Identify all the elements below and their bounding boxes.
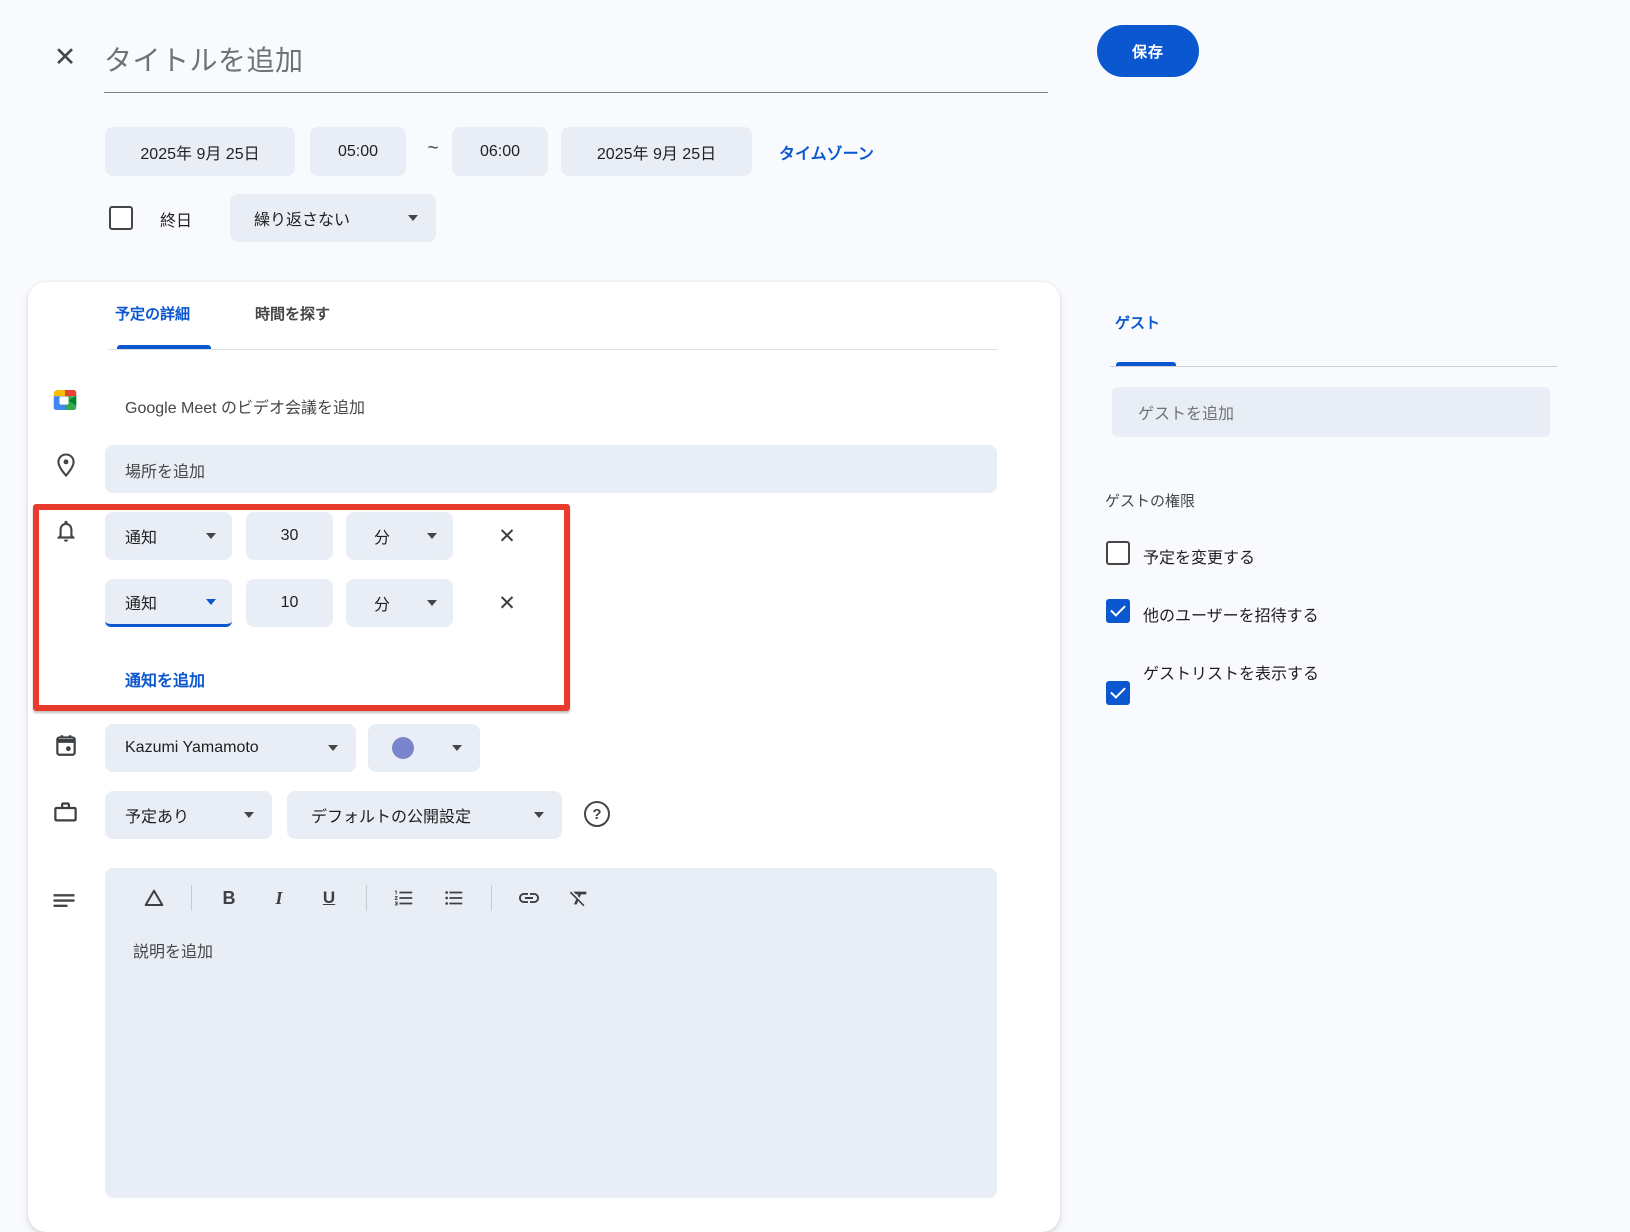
numbered-list-icon[interactable] xyxy=(391,885,417,911)
start-date-button[interactable]: 2025年 9月 25日 xyxy=(105,127,295,176)
recurrence-dropdown[interactable]: 繰り返さない xyxy=(230,194,436,242)
guests-divider xyxy=(1110,366,1557,367)
description-toolbar: B I U xyxy=(141,880,592,916)
calendar-owner-dropdown[interactable]: Kazumi Yamamoto xyxy=(105,724,356,772)
location-input[interactable]: 場所を追加 xyxy=(105,445,997,493)
title-input[interactable]: タイトルを追加 xyxy=(104,32,1048,93)
all-day-checkbox[interactable] xyxy=(109,206,133,230)
start-date-value: 2025年 9月 25日 xyxy=(140,140,259,164)
notification-value-1: 30 xyxy=(281,527,299,545)
add-google-meet-button[interactable]: Google Meet のビデオ会議を追加 xyxy=(125,394,365,418)
toolbar-separator xyxy=(191,885,192,911)
help-glyph: ? xyxy=(592,806,601,823)
permission-checkbox-see-guest-list[interactable] xyxy=(1106,681,1130,705)
guest-permissions-title: ゲストの権限 xyxy=(1105,490,1195,511)
location-placeholder: 場所を追加 xyxy=(105,445,997,482)
close-icon: ✕ xyxy=(54,42,77,73)
tab-guests[interactable]: ゲスト xyxy=(1115,312,1160,333)
end-date-value: 2025年 9月 25日 xyxy=(597,140,716,164)
busy-status-dropdown[interactable]: 予定あり xyxy=(105,791,272,839)
notification-value-input-2[interactable]: 10 xyxy=(246,579,333,627)
start-time-button[interactable]: 05:00 xyxy=(310,127,406,176)
chevron-down-icon xyxy=(408,215,418,221)
google-meet-icon xyxy=(50,385,80,415)
timezone-link[interactable]: タイムゾーン xyxy=(779,140,874,164)
save-button-label: 保存 xyxy=(1132,41,1164,62)
notification-unit-dropdown-1[interactable]: 分 xyxy=(346,512,453,560)
permission-checkbox-invite-others[interactable] xyxy=(1106,599,1130,623)
calendar-owner-value: Kazumi Yamamoto xyxy=(125,739,259,757)
chevron-down-icon xyxy=(206,599,216,605)
insert-link-icon[interactable] xyxy=(516,885,542,911)
notification-value-2: 10 xyxy=(281,594,299,612)
add-guests-input[interactable]: ゲストを追加 xyxy=(1112,387,1550,437)
remove-notification-icon: ✕ xyxy=(498,591,516,616)
permission-label-modify-event: 予定を変更する xyxy=(1143,544,1255,568)
description-icon xyxy=(50,886,78,914)
recurrence-value: 繰り返さない xyxy=(254,206,350,230)
briefcase-icon xyxy=(52,799,79,826)
description-editor[interactable]: B I U xyxy=(105,868,997,1198)
bold-icon[interactable]: B xyxy=(216,885,242,911)
all-day-label: 終日 xyxy=(160,207,192,231)
description-placeholder: 説明を追加 xyxy=(133,938,213,962)
toolbar-separator xyxy=(491,885,492,911)
end-date-button[interactable]: 2025年 9月 25日 xyxy=(561,127,752,176)
notification-type-value-1: 通知 xyxy=(125,524,157,548)
visibility-dropdown[interactable]: デフォルトの公開設定 xyxy=(287,791,562,839)
time-range-separator: ~ xyxy=(414,138,452,160)
event-color-dropdown[interactable] xyxy=(368,724,480,772)
bell-icon xyxy=(53,518,79,544)
clear-formatting-icon[interactable] xyxy=(566,885,592,911)
end-time-value: 06:00 xyxy=(480,143,520,161)
chevron-down-icon xyxy=(427,600,437,606)
toolbar-separator xyxy=(366,885,367,911)
add-guests-placeholder: ゲストを追加 xyxy=(1138,400,1234,424)
notification-type-dropdown-1[interactable]: 通知 xyxy=(105,512,232,560)
save-button[interactable]: 保存 xyxy=(1097,25,1199,77)
notification-value-input-1[interactable]: 30 xyxy=(246,512,333,560)
chevron-down-icon xyxy=(452,745,462,751)
tab-find-a-time[interactable]: 時間を探す xyxy=(255,303,330,324)
notification-unit-dropdown-2[interactable]: 分 xyxy=(346,579,453,627)
underline-icon[interactable]: U xyxy=(316,885,342,911)
italic-icon[interactable]: I xyxy=(266,885,292,911)
notification-type-dropdown-2[interactable]: 通知 xyxy=(105,579,232,627)
tabs-divider xyxy=(108,349,998,350)
location-pin-icon xyxy=(52,451,80,479)
bulleted-list-icon[interactable] xyxy=(441,885,467,911)
notification-type-value-2: 通知 xyxy=(125,590,157,614)
help-icon[interactable]: ? xyxy=(584,801,610,827)
close-button[interactable]: ✕ xyxy=(48,40,82,74)
remove-notification-button-2[interactable]: ✕ xyxy=(490,586,524,620)
drive-attachment-icon[interactable] xyxy=(141,885,167,911)
busy-status-value: 予定あり xyxy=(125,803,189,827)
visibility-value: デフォルトの公開設定 xyxy=(311,803,471,827)
remove-notification-button-1[interactable]: ✕ xyxy=(490,519,524,553)
event-color-swatch-lavender xyxy=(392,737,414,759)
permission-label-invite-others: 他のユーザーを招待する xyxy=(1143,602,1319,626)
chevron-down-icon xyxy=(328,745,338,751)
title-placeholder: タイトルを追加 xyxy=(104,32,1048,90)
add-notification-link[interactable]: 通知を追加 xyxy=(125,667,205,691)
notification-unit-value-2: 分 xyxy=(374,591,390,615)
permission-checkbox-modify-event[interactable] xyxy=(1106,541,1130,565)
tab-event-details[interactable]: 予定の詳細 xyxy=(115,303,190,324)
event-details-card: 予定の詳細 時間を探す Google Meet のビデオ会議を追加 場所を追加 … xyxy=(28,282,1060,1232)
calendar-event-editor: { "header": { "close_glyph": "✕", "title… xyxy=(0,0,1630,1210)
permission-label-see-guest-list: ゲストリストを表示する xyxy=(1143,660,1319,684)
chevron-down-icon xyxy=(427,533,437,539)
end-time-button[interactable]: 06:00 xyxy=(452,127,548,176)
remove-notification-icon: ✕ xyxy=(498,524,516,549)
chevron-down-icon xyxy=(206,533,216,539)
start-time-value: 05:00 xyxy=(338,143,378,161)
chevron-down-icon xyxy=(244,812,254,818)
notification-unit-value-1: 分 xyxy=(374,524,390,548)
chevron-down-icon xyxy=(534,812,544,818)
calendar-icon xyxy=(53,732,79,758)
